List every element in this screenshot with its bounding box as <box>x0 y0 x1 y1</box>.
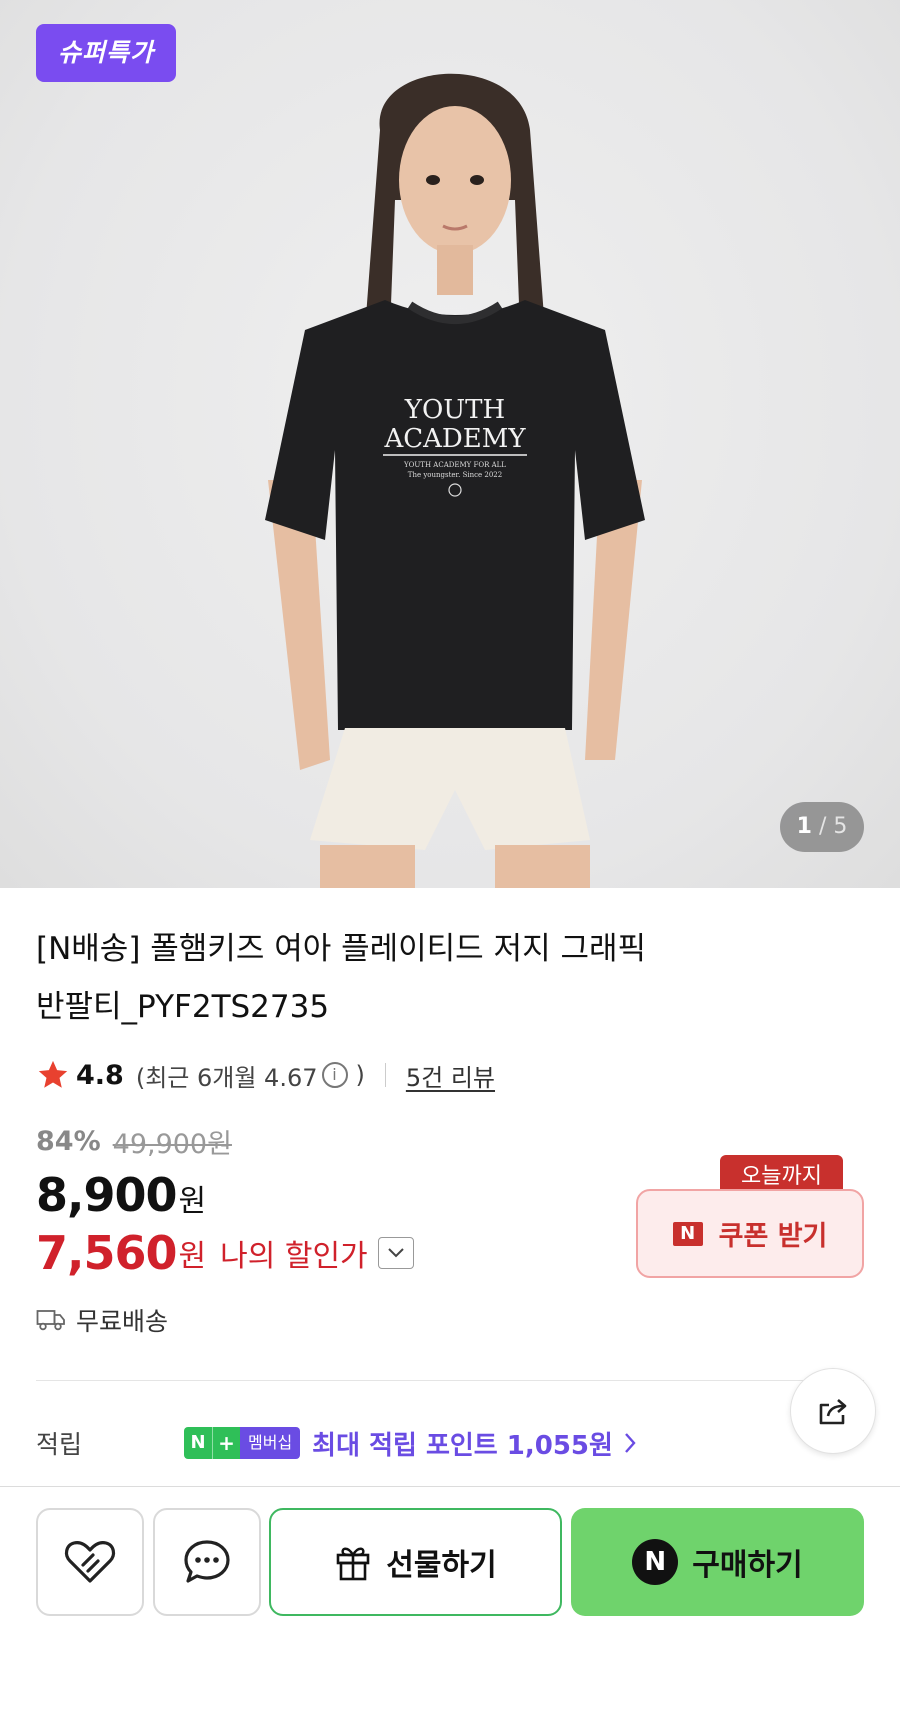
bottom-bar-divider <box>0 1486 900 1487</box>
rating-row: 4.8 (최근 6개월 4.67 i ) 5건 리뷰 <box>36 1055 495 1095</box>
chevron-down-icon[interactable] <box>377 1237 414 1269</box>
coupon-label: 쿠폰 받기 <box>718 1221 828 1252</box>
max-points-text: 최대 적립 포인트 1,055원 <box>312 1430 613 1461</box>
membership-n: N <box>184 1427 212 1459</box>
image-counter-separator: / <box>818 814 827 839</box>
image-counter-total: 5 <box>833 814 848 839</box>
info-icon[interactable]: i <box>321 1062 348 1088</box>
buy-label: 구매하기 <box>692 1548 803 1583</box>
points-row[interactable]: 적립 N + 멤버십 최대 적립 포인트 1,055원 <box>36 1418 864 1468</box>
gift-button[interactable]: 선물하기 <box>269 1508 562 1616</box>
talk-button[interactable] <box>153 1508 261 1616</box>
buy-button[interactable]: N 구매하기 <box>571 1508 864 1616</box>
rating-value: 4.8 <box>76 1059 124 1091</box>
wishlist-button[interactable] <box>36 1508 144 1616</box>
sale-price-unit: 원 <box>178 1184 207 1219</box>
my-discount-price-unit: 원 <box>178 1239 207 1274</box>
star-icon <box>38 1060 68 1088</box>
naver-n-icon: N <box>672 1221 703 1246</box>
section-divider <box>36 1380 864 1381</box>
bottom-action-bar: 선물하기 N 구매하기 <box>0 1508 900 1616</box>
gift-label: 선물하기 <box>386 1548 497 1583</box>
product-title-line2: 반팔티_PYF2TS2735 <box>36 989 330 1025</box>
super-deal-badge: 슈퍼특가 <box>36 24 177 82</box>
svg-text:The youngster. Since 2022: The youngster. Since 2022 <box>408 471 502 479</box>
svg-text:YOUTH ACADEMY FOR ALL: YOUTH ACADEMY FOR ALL <box>403 461 506 469</box>
truck-icon <box>36 1310 65 1331</box>
my-discount-price: 7,560 <box>36 1226 178 1280</box>
my-discount-label: 나의 할인가 <box>220 1239 368 1274</box>
image-counter-current: 1 <box>796 814 812 839</box>
product-title-line1: [N배송] 폴햄키즈 여아 플레이티드 저지 그래픽 <box>36 931 647 967</box>
chevron-right-icon <box>625 1433 636 1453</box>
my-price-row[interactable]: 7,560 원 나의 할인가 <box>36 1226 414 1280</box>
membership-label: 멤버십 <box>240 1427 301 1459</box>
review-link[interactable]: 5건 리뷰 <box>406 1058 495 1093</box>
recent-rating: (최근 6개월 4.67 <box>135 1063 318 1092</box>
naver-plus-membership-badge: N + 멤버십 <box>184 1427 301 1459</box>
rating-divider <box>384 1063 386 1087</box>
svg-text:YOUTH: YOUTH <box>404 395 505 425</box>
original-price: 49,900원 <box>112 1129 232 1160</box>
product-photo-illustration: YOUTH ACADEMY YOUTH ACADEMY FOR ALL The … <box>265 73 645 888</box>
product-image-carousel[interactable]: YOUTH ACADEMY YOUTH ACADEMY FOR ALL The … <box>0 0 900 888</box>
image-counter: 1 / 5 <box>780 802 864 852</box>
svg-text:ACADEMY: ACADEMY <box>383 424 526 454</box>
product-title: [N배송] 폴햄키즈 여아 플레이티드 저지 그래픽 반팔티_PYF2TS273… <box>36 920 796 1036</box>
chat-bubble-icon <box>184 1540 230 1583</box>
points-label: 적립 <box>36 1430 83 1459</box>
discount-row: 84% 49,900원 <box>36 1122 232 1161</box>
recent-rating-close: ) <box>355 1061 365 1089</box>
delivery-label: 무료배송 <box>76 1307 169 1336</box>
membership-plus: + <box>212 1427 240 1459</box>
price-row: 8,900 원 <box>36 1168 206 1222</box>
gift-icon <box>336 1547 370 1581</box>
delivery-row: 무료배송 <box>36 1302 168 1338</box>
discount-percent: 84% <box>36 1126 101 1157</box>
sale-price: 8,900 <box>36 1168 178 1222</box>
naver-pay-n-icon: N <box>632 1539 679 1585</box>
coupon-button[interactable]: N 쿠폰 받기 <box>636 1189 864 1278</box>
heart-link-icon <box>64 1541 116 1583</box>
